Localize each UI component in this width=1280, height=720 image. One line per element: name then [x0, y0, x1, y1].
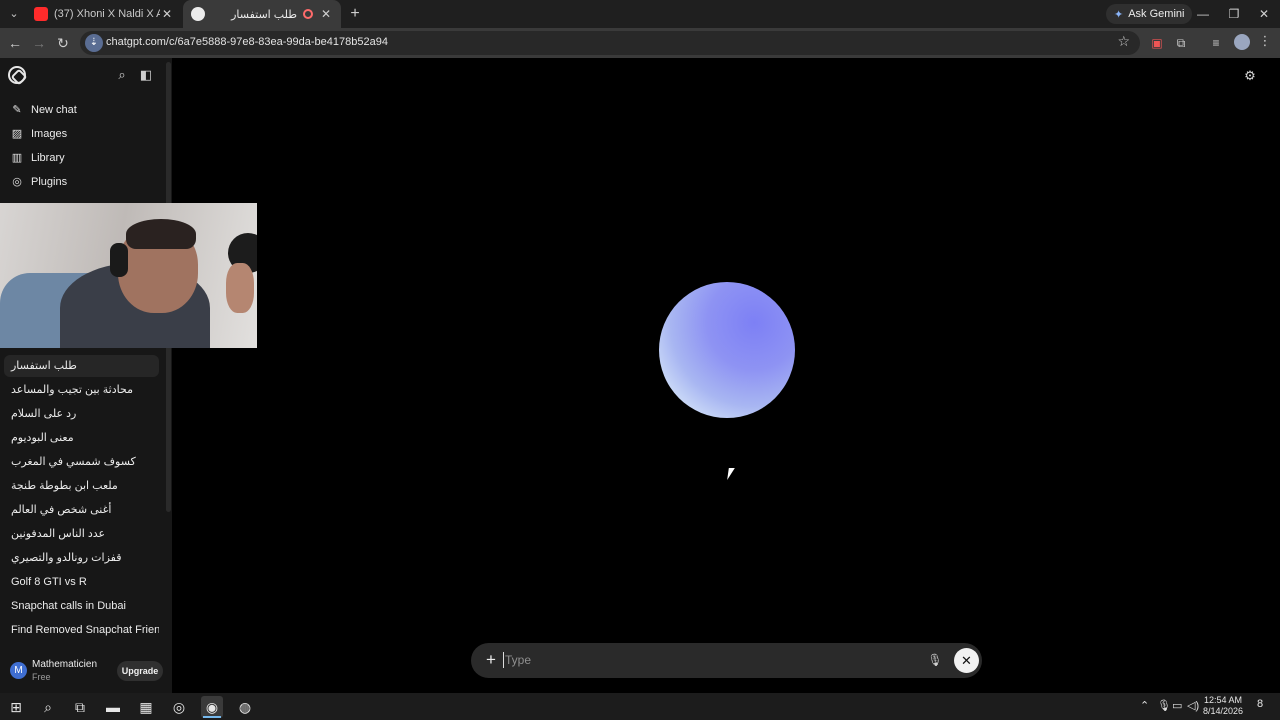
tab-search-icon[interactable]: ⌄	[4, 4, 24, 24]
openai-logo-icon[interactable]	[8, 66, 26, 84]
search-icon[interactable]: ⌕	[114, 67, 130, 83]
library-icon: ▥	[11, 152, 23, 164]
app-badge-icon[interactable]: ◍	[234, 696, 256, 718]
browser-menu-icon[interactable]: ⋮	[1258, 33, 1272, 49]
avatar: M	[10, 662, 27, 679]
gemini-sparkle-icon: ✦	[1114, 8, 1124, 21]
close-tab-icon[interactable]: ✕	[319, 7, 333, 21]
chat-history-item[interactable]: طلب استفسار	[4, 355, 159, 377]
nav-label: Library	[31, 152, 65, 164]
search-icon[interactable]: ⌕	[37, 696, 59, 718]
close-tab-icon[interactable]: ✕	[160, 7, 174, 21]
chat-history-item[interactable]: Golf 8 GTI vs R	[4, 571, 159, 593]
chat-history-item[interactable]: قفزات رونالدو والتصيري	[4, 547, 159, 569]
forward-arrow-icon[interactable]: →	[29, 33, 49, 53]
images-icon: ▨	[11, 128, 23, 140]
store-icon[interactable]: ▦	[135, 696, 157, 718]
chat-history-item[interactable]: Snapchat calls in Dubai	[4, 595, 159, 617]
end-voice-button[interactable]: ✕	[954, 648, 979, 673]
voice-mode-orb	[659, 282, 795, 418]
new-tab-button[interactable]: +	[345, 4, 365, 24]
user-plan: Free	[32, 672, 51, 682]
file-explorer-icon[interactable]: ▬	[102, 696, 124, 718]
chat-history-item[interactable]: Find Removed Snapchat Friend	[4, 619, 159, 641]
add-attachment-icon[interactable]: +	[482, 651, 500, 669]
chat-history-item[interactable]: أغنى شخص في العالم	[4, 499, 159, 521]
bookmark-star-icon[interactable]: ☆	[1117, 33, 1130, 50]
webcam-person-hand	[226, 263, 254, 313]
collapse-sidebar-icon[interactable]: ◧	[138, 67, 154, 83]
clock-time: 12:54 AM	[1203, 695, 1243, 705]
nav-label: Images	[31, 128, 68, 140]
tab-title: (37) Xhoni X Naldi X Aleks - Pse	[54, 8, 160, 20]
nav-plugins[interactable]: ◎ Plugins	[6, 171, 156, 193]
nav-library[interactable]: ▥ Library	[6, 147, 156, 169]
chat-sidebar: ⌕ ◧ ✎ New chat ▨ Images ▥ Library ◎ Plug…	[0, 58, 172, 693]
close-window-icon[interactable]: ✕	[1252, 4, 1276, 24]
webcam-headset	[110, 243, 128, 277]
user-name: Mathematicien	[32, 659, 98, 670]
site-info-icon[interactable]: ⇣	[85, 34, 103, 52]
reload-icon[interactable]: ↻	[53, 33, 73, 53]
nav-new-chat[interactable]: ✎ New chat	[6, 99, 156, 121]
webcam-person-hair	[126, 219, 196, 249]
notification-center-icon[interactable]: 8	[1252, 698, 1268, 714]
chatgpt-app-icon[interactable]: ◎	[168, 696, 190, 718]
chat-history-item[interactable]: كسوف شمسي في المغرب	[4, 451, 159, 473]
taskbar-clock[interactable]: 12:54 AM 8/14/2026	[1200, 695, 1246, 717]
show-hidden-icons-icon[interactable]: ⌃	[1140, 699, 1149, 712]
clock-date: 8/14/2026	[1202, 706, 1244, 716]
pencil-square-icon: ✎	[12, 104, 22, 116]
browser-tab-youtube[interactable]: (37) Xhoni X Naldi X Aleks - Pse ✕	[26, 0, 182, 28]
address-bar[interactable]: ⇣ chatgpt.com/c/6a7e5888-97e8-83ea-99da-…	[80, 31, 1140, 55]
chat-history-item[interactable]: محادثة بين تجيب والمساعد	[4, 379, 159, 401]
extension-badge-icon[interactable]: ▣	[1148, 34, 1166, 52]
chat-history-item[interactable]: معنى البوديوم	[4, 427, 159, 449]
youtube-icon	[34, 7, 48, 21]
user-account-bar[interactable]: M Mathematicien Free Upgrade	[0, 654, 172, 692]
browser-tab-strip: ⌄ (37) Xhoni X Naldi X Aleks - Pse ✕ طلب…	[0, 0, 1280, 28]
volume-icon[interactable]: ◁)	[1187, 699, 1199, 712]
microphone-icon[interactable]: 🎙	[1157, 699, 1171, 712]
text-caret	[503, 652, 504, 668]
voice-settings-sliders-icon[interactable]: ⚙	[1242, 68, 1258, 84]
message-input[interactable]	[505, 649, 885, 671]
back-arrow-icon[interactable]: ←	[5, 33, 25, 53]
network-icon[interactable]: ▭	[1172, 699, 1182, 712]
url-text[interactable]: chatgpt.com/c/6a7e5888-97e8-83ea-99da-be…	[106, 36, 388, 48]
restore-icon[interactable]: ❐	[1222, 4, 1246, 24]
profile-avatar[interactable]	[1234, 34, 1250, 50]
upgrade-button[interactable]: Upgrade	[117, 661, 163, 681]
ask-gemini-label: Ask Gemini	[1128, 8, 1185, 20]
ask-gemini-button[interactable]: ✦ Ask Gemini	[1106, 4, 1193, 24]
chrome-icon[interactable]: ◉	[201, 696, 223, 718]
extensions-puzzle-icon[interactable]: ⧉	[1172, 34, 1190, 52]
browser-tab-chatgpt[interactable]: طلب استفسار ✕	[183, 0, 341, 28]
voice-composer: + 🎙 ✕	[471, 643, 982, 678]
notification-count: 8	[1256, 698, 1264, 710]
chat-history-item[interactable]: رد على السلام	[4, 403, 159, 425]
nav-images[interactable]: ▨ Images	[6, 123, 156, 145]
nav-label: Plugins	[31, 176, 68, 188]
recording-indicator-icon	[303, 9, 313, 19]
plugins-icon: ◎	[12, 176, 22, 188]
mouse-cursor-icon	[727, 468, 735, 480]
tab-title: طلب استفسار	[231, 8, 297, 21]
chatgpt-icon	[191, 7, 205, 21]
media-controls-icon[interactable]: ≡	[1207, 34, 1225, 52]
mute-microphone-icon[interactable]: 🎙	[927, 652, 943, 668]
webcam-overlay	[0, 203, 257, 348]
browser-toolbar: ← → ↻ ⇣ chatgpt.com/c/6a7e5888-97e8-83ea…	[0, 28, 1280, 58]
task-view-icon[interactable]: ⧉	[69, 696, 91, 718]
windows-start-icon[interactable]: ⊞	[5, 696, 27, 718]
nav-label: New chat	[31, 104, 77, 116]
chat-history-item[interactable]: عدد الناس المدفونين	[4, 523, 159, 545]
windows-taskbar: ⊞ ⌕ ⧉ ▬ ▦ ◎ ◉ ◍ ⌃ 🎙 ▭ ◁) 12:54 AM 8/14/2…	[0, 693, 1280, 720]
minimize-icon[interactable]: —	[1191, 4, 1215, 24]
chat-history-item[interactable]: ملعب ابن بطوطة طنجة	[4, 475, 159, 497]
